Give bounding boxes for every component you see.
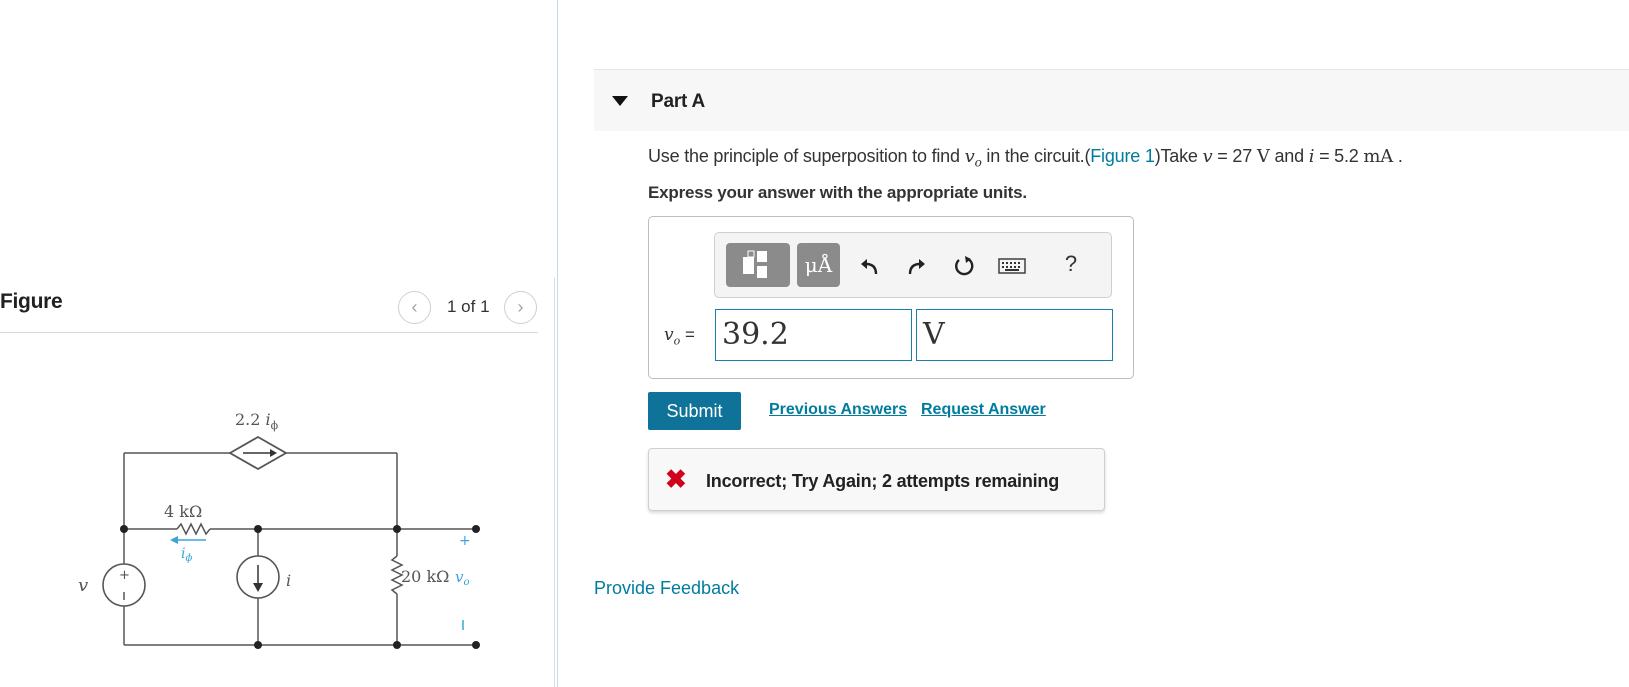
undo-button[interactable]: [855, 251, 885, 281]
resistor-4k: [176, 522, 211, 536]
resistor2-label: 20 kΩ: [401, 567, 449, 586]
request-answer-link[interactable]: Request Answer: [921, 401, 1046, 419]
vo-symbol: vo: [964, 146, 982, 170]
figure-title: Figure: [0, 290, 63, 313]
previous-figure-button[interactable]: ‹: [398, 291, 431, 324]
submit-button[interactable]: Submit: [648, 392, 741, 430]
reset-button[interactable]: [949, 251, 979, 281]
unit-input[interactable]: V: [916, 309, 1113, 361]
pane-divider: [557, 0, 558, 687]
keyboard-button[interactable]: [997, 251, 1027, 281]
instruction-text: Express your answer with the appropriate…: [648, 183, 1027, 202]
keyboard-icon: [998, 258, 1026, 274]
templates-button[interactable]: [726, 243, 790, 287]
answer-label: vo =: [664, 325, 695, 348]
voltage-source-label: v: [78, 575, 88, 596]
chevron-right-icon: ›: [517, 297, 524, 317]
page-indicator: 1 of 1: [447, 297, 490, 316]
feedback-text: Incorrect; Try Again; 2 attempts remaini…: [706, 471, 1060, 491]
units-button[interactable]: μÅ: [797, 243, 840, 287]
pane-scroll-edge: [554, 278, 555, 687]
current-source-label: i: [286, 571, 291, 590]
reset-icon: [955, 256, 974, 276]
previous-answers-link[interactable]: Previous Answers: [769, 401, 907, 419]
figure-link[interactable]: Figure 1: [1090, 146, 1155, 166]
value-input[interactable]: 39.2: [715, 309, 912, 361]
feedback-box: ✖ Incorrect; Try Again; 2 attempts remai…: [648, 448, 1105, 511]
part-title: Part A: [651, 91, 706, 112]
math-toolbar: μÅ ?: [714, 232, 1112, 298]
question-pane: Part A Use the principle of superpositio…: [594, 0, 1629, 687]
collapse-caret-icon[interactable]: [612, 96, 628, 106]
source-plus: +: [119, 568, 130, 583]
help-button[interactable]: ?: [1056, 249, 1086, 279]
redo-icon: [908, 259, 925, 275]
resistor1-label: 4 kΩ: [164, 502, 202, 521]
redo-button[interactable]: [901, 251, 931, 281]
next-figure-button[interactable]: ›: [504, 291, 537, 324]
output-plus: +: [459, 533, 471, 549]
dependent-source-label: 2.2 iϕ: [235, 410, 279, 432]
current-label: iϕ: [181, 546, 192, 564]
output-voltage-label: vo: [455, 568, 470, 588]
figure-divider: [0, 332, 538, 333]
templates-icon: [743, 250, 767, 278]
provide-feedback-link[interactable]: Provide Feedback: [594, 578, 739, 599]
chevron-left-icon: ‹: [411, 297, 418, 317]
circuit-diagram: 2.2 iϕ 4 kΩ iϕ + v i 20 kΩ vo +: [78, 410, 480, 649]
undo-icon: [861, 259, 878, 275]
part-header[interactable]: Part A: [594, 69, 1629, 131]
figure-pane: Figure ‹ 1 of 1 › 2.2 iϕ 4 kΩ iϕ + v i 2…: [0, 0, 558, 687]
x-icon: ✖: [665, 464, 687, 494]
answer-box: μÅ ? vo = 39.2 V: [648, 216, 1134, 379]
question-text: Use the principle of superposition to fi…: [648, 146, 1403, 170]
